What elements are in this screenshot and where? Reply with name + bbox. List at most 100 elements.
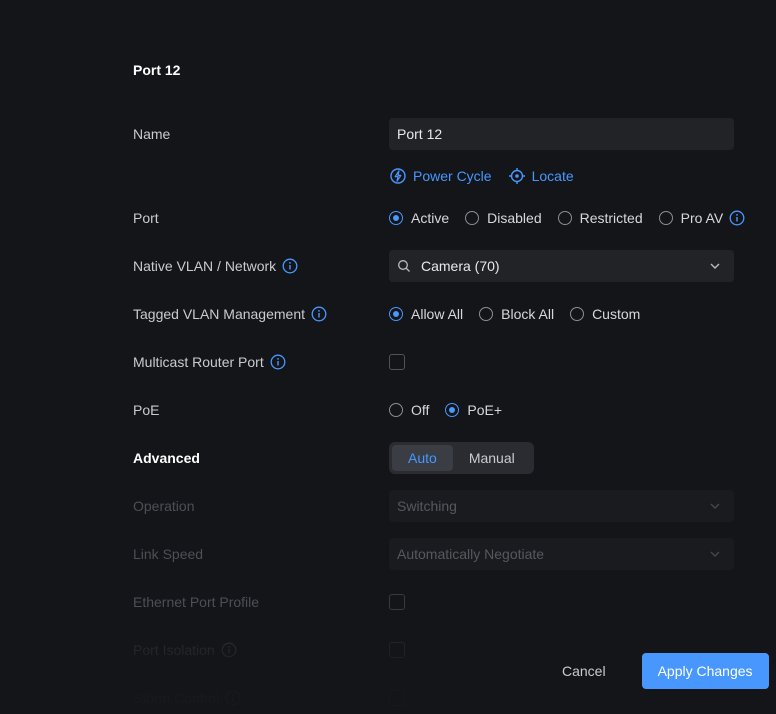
name-label-text: Name <box>133 126 171 142</box>
port-mode-disabled-radio[interactable]: Disabled <box>465 210 542 226</box>
power-cycle-label: Power Cycle <box>413 168 492 184</box>
apply-changes-button[interactable]: Apply Changes <box>641 653 769 689</box>
power-cycle-icon <box>390 168 406 184</box>
tagged-vlan-row: Tagged VLAN Management Allow All Block A… <box>0 298 776 330</box>
multicast-row: Multicast Router Port <box>0 346 776 378</box>
poe-plus-radio[interactable]: PoE+ <box>445 402 502 418</box>
port-mode-radio-group: Active Disabled Restricted Pro AV <box>389 202 745 234</box>
port-isolation-label-text: Port Isolation <box>133 642 215 658</box>
radio-label: Custom <box>592 306 641 322</box>
radio-dot <box>570 307 585 321</box>
poe-label-text: PoE <box>133 402 160 418</box>
info-icon[interactable] <box>270 354 286 370</box>
ethernet-profile-label: Ethernet Port Profile <box>133 594 259 610</box>
radio-dot <box>445 403 460 417</box>
search-icon <box>398 260 410 272</box>
locate-label: Locate <box>531 168 574 184</box>
chevron-down-icon <box>710 263 720 269</box>
locate-link[interactable]: Locate <box>508 167 574 185</box>
tagged-vlan-label-text: Tagged VLAN Management <box>133 306 305 322</box>
locate-icon <box>508 168 525 184</box>
storm-control-label: Storm Control <box>133 690 241 706</box>
info-icon[interactable] <box>311 306 327 322</box>
info-icon[interactable] <box>282 258 298 274</box>
native-vlan-label: Native VLAN / Network <box>133 258 298 274</box>
cancel-button[interactable]: Cancel <box>548 653 620 689</box>
port-label-text: Port <box>133 210 159 226</box>
advanced-manual-option[interactable]: Manual <box>453 445 531 471</box>
port-label: Port <box>133 210 159 226</box>
radio-dot <box>389 211 403 225</box>
tagged-block-all-radio[interactable]: Block All <box>479 306 554 322</box>
port-row: Port Active Disabled Restricted Pro AV <box>0 202 776 234</box>
link-speed-row: Link Speed Automatically Negotiate <box>0 538 776 570</box>
poe-radio-group: Off PoE+ <box>389 394 518 426</box>
name-label: Name <box>133 126 170 142</box>
tagged-custom-radio[interactable]: Custom <box>570 306 640 322</box>
radio-label: Disabled <box>487 210 542 226</box>
radio-label: Pro AV <box>680 210 724 226</box>
native-vlan-select[interactable]: Camera (70) <box>389 250 734 282</box>
advanced-label: Advanced <box>133 450 200 466</box>
advanced-row: Advanced Auto Manual <box>0 442 776 474</box>
chevron-down-icon <box>710 551 720 557</box>
native-vlan-label-text: Native VLAN / Network <box>133 258 277 274</box>
tagged-vlan-label: Tagged VLAN Management <box>133 306 327 322</box>
port-mode-restricted-radio[interactable]: Restricted <box>557 210 643 226</box>
operation-label: Operation <box>133 498 194 514</box>
info-icon[interactable] <box>225 690 241 706</box>
radio-dot <box>658 211 673 225</box>
native-vlan-value: Camera (70) <box>421 258 500 274</box>
radio-label: Active <box>411 210 450 226</box>
multicast-label-text: Multicast Router Port <box>133 354 264 370</box>
radio-dot <box>479 307 494 321</box>
port-isolation-label: Port Isolation <box>133 642 237 658</box>
poe-row: PoE Off PoE+ <box>0 394 776 426</box>
radio-dot <box>389 403 403 417</box>
native-vlan-row: Native VLAN / Network Camera (70) <box>0 250 776 282</box>
poe-label: PoE <box>133 402 159 418</box>
port-isolation-checkbox[interactable] <box>389 642 405 658</box>
port-settings-panel: Port 12 Name Power Cycle Loca <box>0 0 776 710</box>
info-icon[interactable] <box>221 642 237 658</box>
radio-dot <box>465 211 480 225</box>
radio-label: Off <box>411 402 430 418</box>
ethernet-profile-checkbox[interactable] <box>389 594 405 610</box>
operation-value: Switching <box>397 498 457 514</box>
info-icon[interactable] <box>729 210 745 226</box>
ethernet-profile-row: Ethernet Port Profile <box>0 586 776 618</box>
radio-dot <box>389 307 403 321</box>
operation-select[interactable]: Switching <box>389 490 734 522</box>
power-cycle-link[interactable]: Power Cycle <box>389 167 492 185</box>
operation-row: Operation Switching <box>0 490 776 522</box>
port-mode-proav-radio[interactable]: Pro AV <box>658 210 724 226</box>
chevron-down-icon <box>710 503 720 509</box>
multicast-label: Multicast Router Port <box>133 354 286 370</box>
link-speed-label: Link Speed <box>133 546 203 562</box>
link-speed-value: Automatically Negotiate <box>397 546 545 562</box>
radio-label: Block All <box>501 306 555 322</box>
radio-dot <box>557 211 572 225</box>
radio-label: Restricted <box>579 210 643 226</box>
port-mode-active-radio[interactable]: Active <box>389 210 449 226</box>
name-row: Name <box>0 118 776 150</box>
port-actions-row: Power Cycle Locate <box>0 160 776 192</box>
tagged-allow-all-radio[interactable]: Allow All <box>389 306 463 322</box>
radio-label: PoE+ <box>467 402 503 418</box>
link-speed-label-text: Link Speed <box>133 546 204 562</box>
advanced-label-text: Advanced <box>133 450 200 466</box>
poe-off-radio[interactable]: Off <box>389 402 429 418</box>
tagged-vlan-radio-group: Allow All Block All Custom <box>389 298 656 330</box>
link-speed-select[interactable]: Automatically Negotiate <box>389 538 734 570</box>
storm-control-label-text: Storm Control <box>133 690 220 706</box>
advanced-mode-toggle: Auto Manual <box>389 442 534 474</box>
storm-control-checkbox[interactable] <box>389 690 405 706</box>
multicast-router-checkbox[interactable] <box>389 354 405 370</box>
footer-actions: Cancel Apply Changes <box>548 653 769 689</box>
ethernet-profile-label-text: Ethernet Port Profile <box>133 594 260 610</box>
operation-label-text: Operation <box>133 498 195 514</box>
port-name-input[interactable] <box>389 118 734 150</box>
radio-label: Allow All <box>411 306 464 322</box>
panel-title: Port 12 <box>133 62 181 78</box>
advanced-auto-option[interactable]: Auto <box>392 445 453 471</box>
